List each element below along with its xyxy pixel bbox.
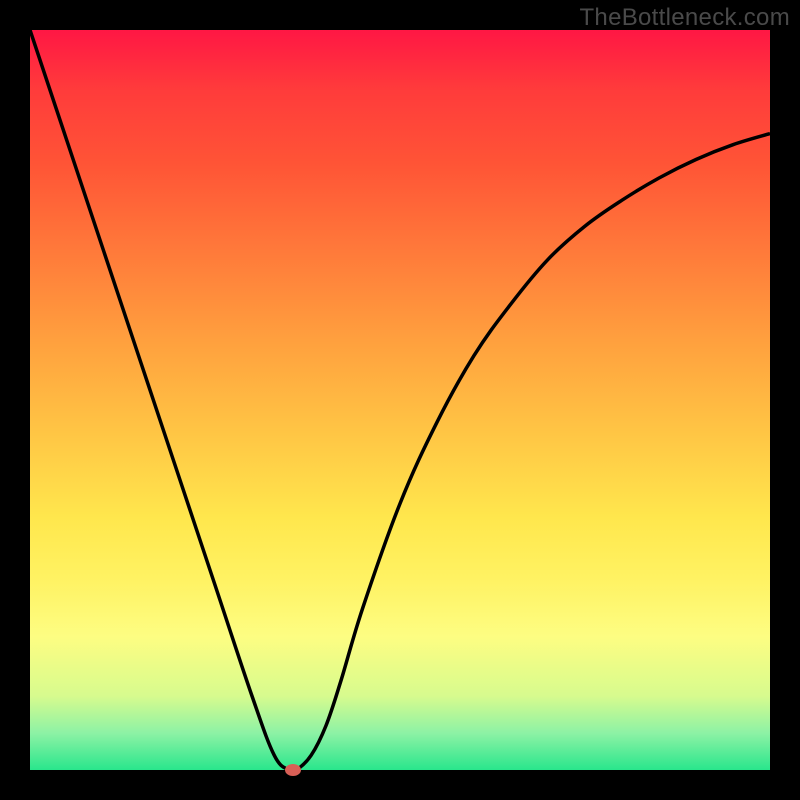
chart-frame: TheBottleneck.com (0, 0, 800, 800)
plot-area (30, 30, 770, 770)
watermark-text: TheBottleneck.com (579, 4, 790, 32)
bottleneck-curve (30, 30, 770, 770)
optimal-point-marker (285, 764, 301, 776)
